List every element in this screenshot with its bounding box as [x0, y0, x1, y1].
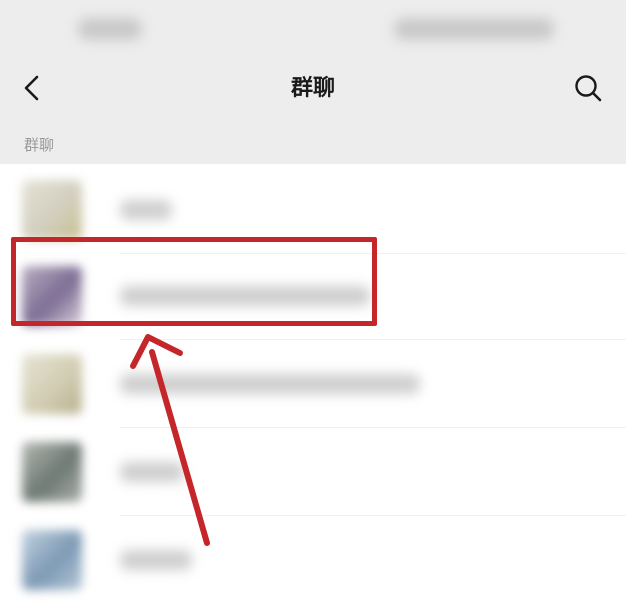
back-button[interactable] — [10, 66, 54, 110]
page-title: 群聊 — [290, 76, 335, 101]
search-icon — [575, 75, 602, 102]
group-avatar — [22, 180, 82, 240]
group-name-blurred — [120, 550, 192, 570]
group-list — [0, 164, 626, 608]
search-button[interactable] — [566, 66, 610, 110]
status-time-blurred — [78, 18, 142, 40]
chevron-left-icon — [24, 75, 39, 101]
group-list-item[interactable] — [0, 252, 626, 340]
group-list-item[interactable] — [0, 166, 626, 254]
status-bar — [0, 0, 626, 58]
section-label: 群聊 — [24, 136, 55, 154]
group-list-item[interactable] — [0, 340, 626, 428]
section-header: 群聊 — [0, 120, 626, 164]
group-name-blurred — [120, 286, 370, 306]
status-indicators-blurred — [394, 18, 554, 40]
group-avatar — [22, 530, 82, 590]
group-name-blurred — [120, 462, 184, 482]
group-name-blurred — [120, 200, 172, 220]
group-list-item[interactable] — [0, 516, 626, 604]
group-name-blurred — [120, 374, 420, 394]
group-list-item[interactable] — [0, 428, 626, 516]
nav-bar: 群聊 — [0, 58, 626, 120]
group-avatar — [22, 354, 82, 414]
group-avatar — [22, 266, 82, 326]
group-avatar — [22, 442, 82, 502]
